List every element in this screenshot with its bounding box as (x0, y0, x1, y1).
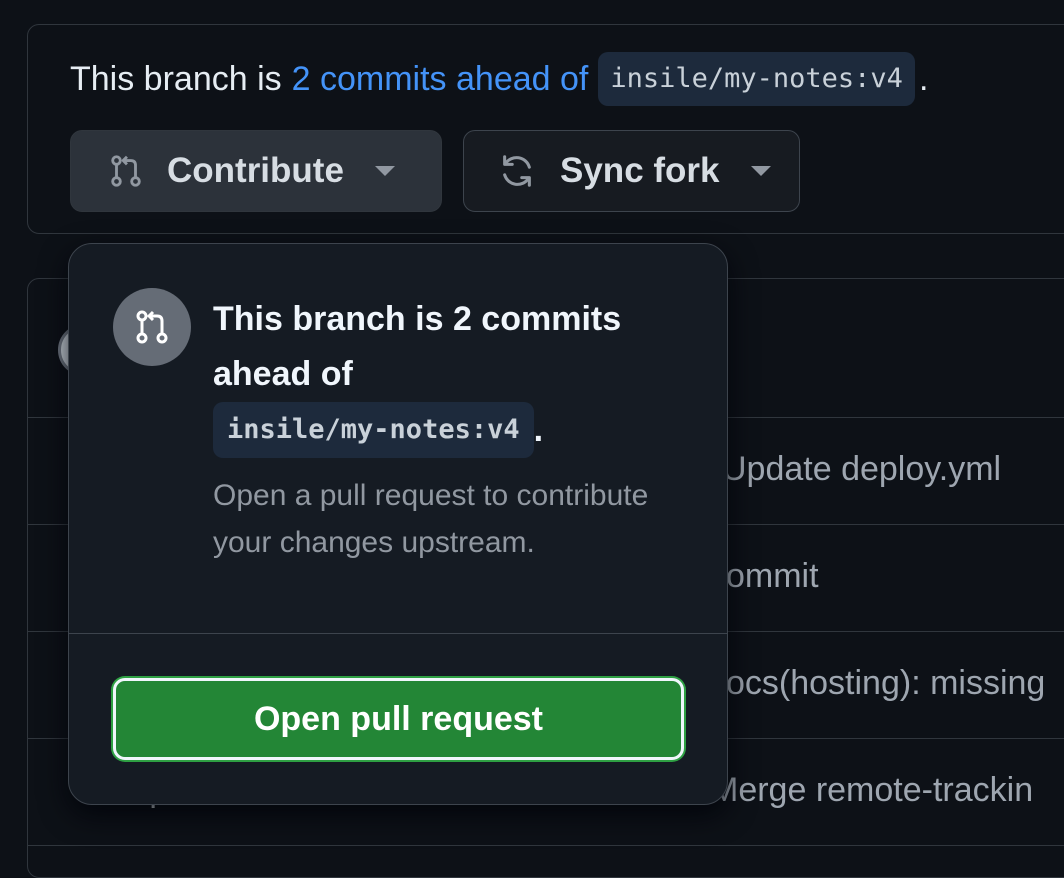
git-pull-request-icon (111, 155, 141, 187)
popover-ref-suffix: . (533, 410, 544, 449)
popover-title: This branch is 2 commits ahead of (213, 300, 622, 393)
commit-message[interactable]: Update deploy.yml (722, 450, 1001, 489)
commit-message[interactable]: ommit (726, 557, 819, 596)
popover-description: Open a pull request to contribute your c… (213, 479, 649, 559)
contribute-popover: This branch is 2 commits ahead of insile… (68, 243, 728, 805)
triangle-down-icon (374, 166, 395, 176)
branch-status-suffix: . (918, 59, 929, 98)
contribute-button[interactable]: Contribute (70, 130, 442, 212)
sync-fork-button-label: Sync fork (560, 151, 720, 190)
popover-divider (69, 633, 727, 634)
upstream-ref-label: insile/my-notes:v4 (598, 52, 915, 106)
commit-message[interactable]: ocs(hosting): missing (726, 664, 1045, 703)
triangle-down-icon (750, 166, 771, 176)
upstream-ref-label: insile/my-notes:v4 (213, 402, 534, 458)
popover-ref-line: insile/my-notes:v4 . (213, 402, 543, 458)
git-pull-request-icon (136, 310, 168, 344)
commit-message[interactable]: Merge remote-trackin (710, 771, 1033, 810)
sync-icon (503, 155, 531, 187)
branch-status-line: This branch is 2 commits ahead of insile… (70, 52, 928, 106)
contribute-button-label: Contribute (167, 151, 344, 190)
branch-status-prefix: This branch is (70, 59, 282, 98)
sync-fork-button[interactable]: Sync fork (463, 130, 800, 212)
open-pull-request-button[interactable]: Open pull request (113, 678, 684, 760)
commits-ahead-link[interactable]: 2 commits ahead of (292, 60, 589, 99)
pull-request-badge (113, 288, 191, 366)
